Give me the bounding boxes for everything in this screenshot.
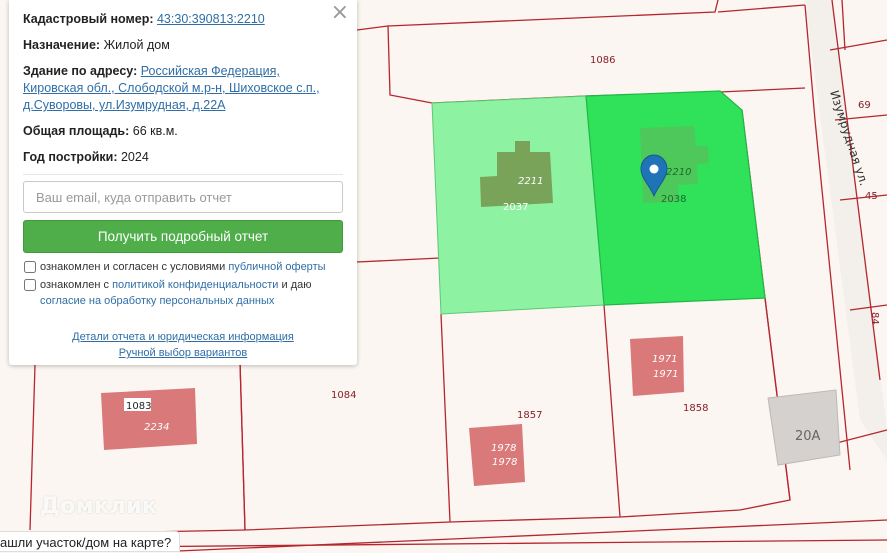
year-label: Год постройки:: [23, 150, 118, 164]
purpose-label: Назначение:: [23, 38, 101, 52]
building-label-1978-b: 1978: [492, 457, 517, 468]
get-report-button[interactable]: Получить подробный отчет: [23, 220, 343, 253]
divider: [23, 174, 343, 175]
parcel-label-84: 84: [869, 312, 880, 325]
consent-privacy-mid: и даю: [281, 279, 312, 291]
consent-privacy-label: ознакомлен с: [40, 279, 110, 291]
cadastral-number-row: Кадастровый номер: 43:30:390813:2210: [23, 11, 343, 28]
consent-offer-checkbox-row: ознакомлен и согласен с условиями публич…: [23, 259, 343, 275]
building-label-1971-b: 1971: [653, 369, 678, 380]
consent-privacy-checkbox[interactable]: [24, 279, 36, 291]
area-value: 66 кв.м.: [132, 124, 178, 138]
parcel-label-1086: 1086: [590, 55, 615, 66]
building-label-2210: 2210: [666, 167, 691, 178]
consent-offer-text: ознакомлен и согласен с условиями публич…: [40, 259, 326, 275]
cadastral-label: Кадастровый номер:: [23, 12, 154, 26]
address-label: Здание по адресу:: [23, 64, 138, 78]
address-row: Здание по адресу: Российская Федерация, …: [23, 63, 343, 114]
consent-offer-checkbox[interactable]: [24, 261, 36, 273]
building-label-1971-a: 1971: [652, 354, 677, 365]
parcel-label-1857: 1857: [517, 410, 542, 421]
building-1971[interactable]: [630, 336, 684, 396]
manual-selection-link[interactable]: Ручной выбор вариантов: [119, 347, 247, 359]
area-label: Общая площадь:: [23, 124, 130, 138]
building-label-1083: 1083: [126, 401, 151, 412]
parcel-label-69: 69: [858, 100, 871, 111]
building-label-1978-a: 1978: [491, 443, 516, 454]
building-label-2211: 2211: [518, 176, 543, 187]
purpose-value: Жилой дом: [103, 38, 170, 52]
report-details-link[interactable]: Детали отчета и юридическая информация: [72, 331, 294, 343]
email-input[interactable]: [23, 181, 343, 213]
parcel-label-2037: 2037: [503, 202, 528, 213]
year-row: Год постройки: 2024: [23, 149, 343, 166]
bottom-tip-banner[interactable]: ашли участок/дом на карте?: [0, 531, 181, 552]
parcel-label-1084: 1084: [331, 390, 356, 401]
parcel-label-2038: 2038: [661, 194, 686, 205]
house-number-label: 20А: [795, 429, 821, 444]
cadastral-number-link[interactable]: 43:30:390813:2210: [157, 12, 265, 26]
building-label-2234: 2234: [144, 422, 169, 433]
privacy-policy-link[interactable]: политикой конфиденциальности: [112, 279, 278, 291]
building-2234[interactable]: [101, 388, 197, 450]
parcel-label-1858: 1858: [683, 403, 708, 414]
property-info-panel: × Кадастровый номер: 43:30:390813:2210 Н…: [9, 0, 357, 365]
building-20a[interactable]: [767, 389, 841, 466]
building-1978[interactable]: [469, 424, 525, 486]
close-icon[interactable]: ×: [331, 2, 349, 24]
domclick-watermark: Домклик: [40, 494, 158, 519]
personal-data-consent-link[interactable]: согласие на обработку персональных данны…: [40, 295, 274, 307]
consent-privacy-text: ознакомлен с политикой конфиденциальност…: [40, 277, 312, 309]
consent-offer-label: ознакомлен и согласен с условиями: [40, 261, 226, 273]
area-row: Общая площадь: 66 кв.м.: [23, 123, 343, 140]
consent-privacy-checkbox-row: ознакомлен с политикой конфиденциальност…: [23, 277, 343, 309]
parcel-label-45: 45: [865, 191, 878, 202]
public-offer-link[interactable]: публичной оферты: [228, 261, 325, 273]
year-value: 2024: [120, 150, 149, 164]
panel-links: Детали отчета и юридическая информация Р…: [23, 331, 343, 359]
purpose-row: Назначение: Жилой дом: [23, 37, 343, 54]
